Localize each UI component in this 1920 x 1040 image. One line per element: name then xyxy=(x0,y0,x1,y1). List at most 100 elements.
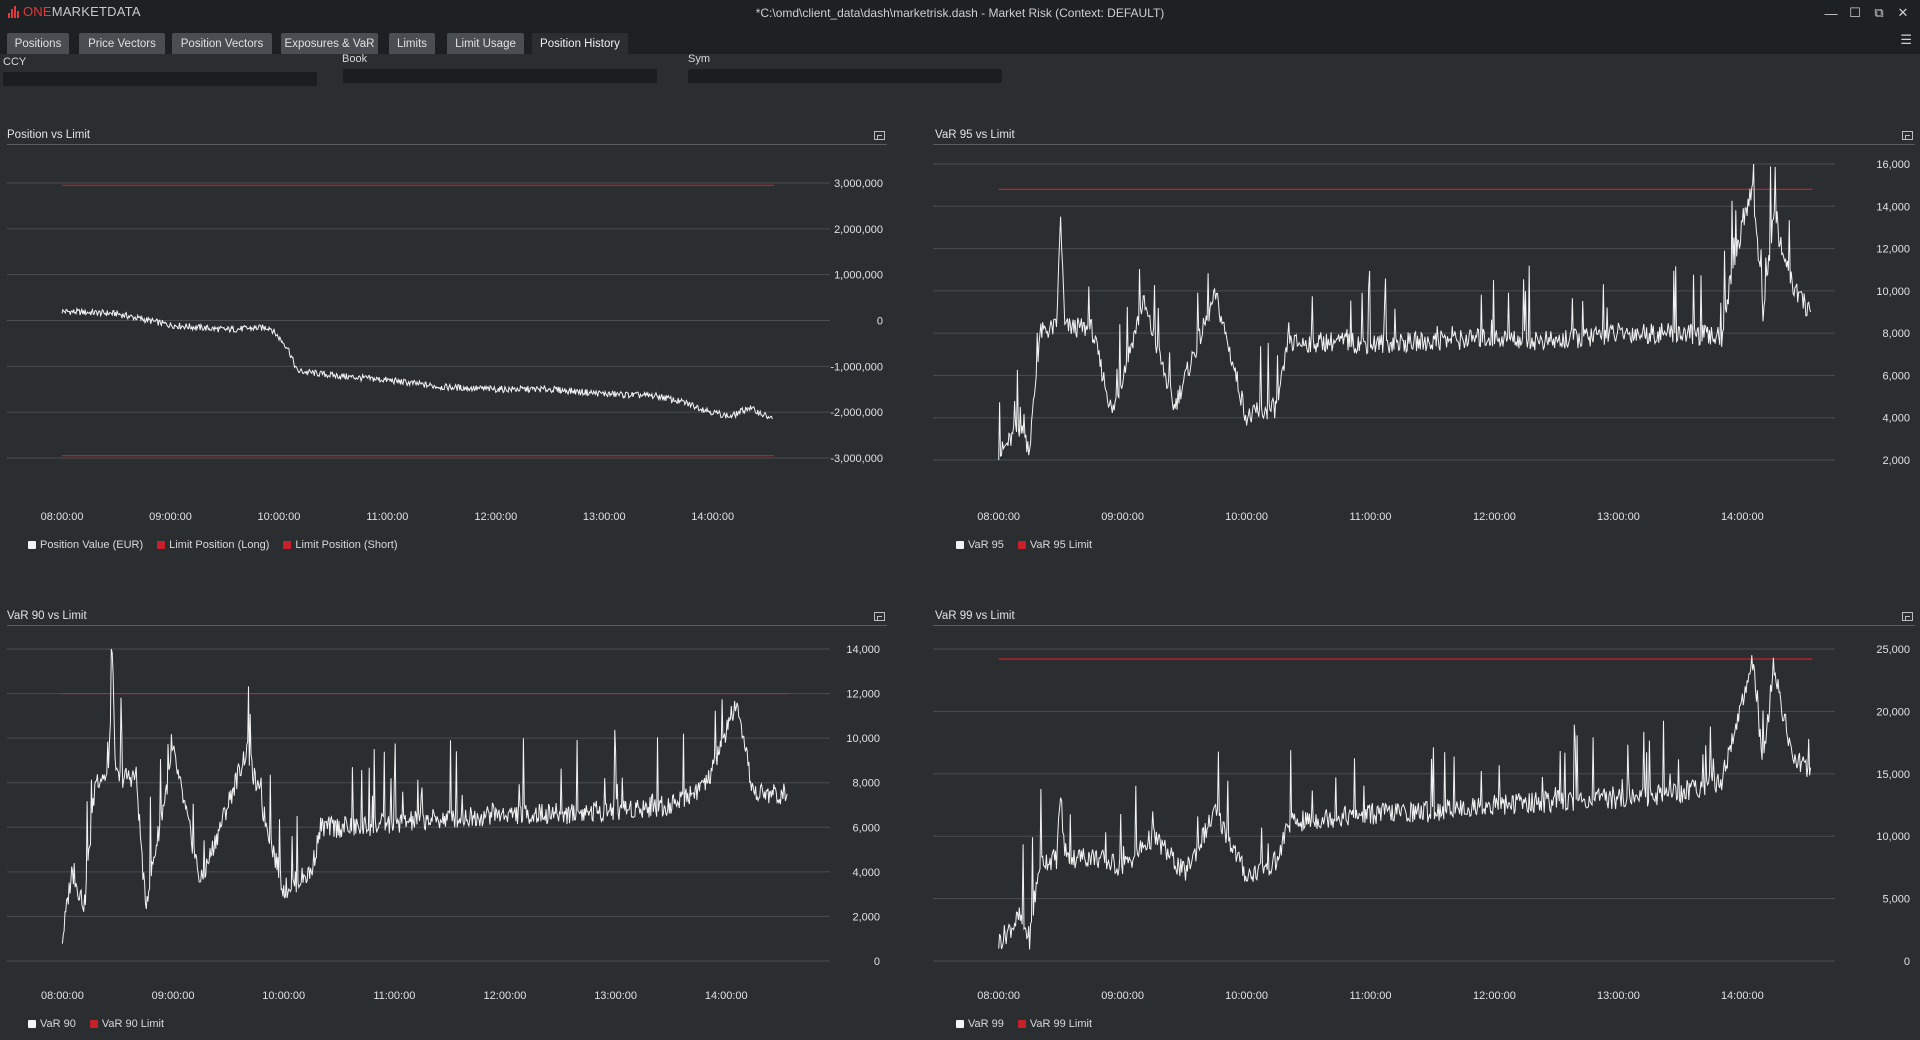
position-chart-legend: Position Value (EUR) Limit Position (Long… xyxy=(28,539,398,551)
restore-button[interactable]: ⧉ xyxy=(1868,3,1890,23)
sym-input[interactable] xyxy=(688,69,1002,83)
legend-item[interactable]: VaR 95 xyxy=(956,539,1004,551)
legend-swatch xyxy=(28,541,36,549)
var99-vs-limit-chart: 0 5,000 10,000 15,000 20,000 25,000 08:00:00 09… xyxy=(933,644,1910,1002)
close-button[interactable]: ✕ xyxy=(1892,3,1914,23)
legend-item[interactable]: Limit Position (Short) xyxy=(283,539,398,551)
legend-swatch xyxy=(1017,1020,1026,1028)
var95-vs-limit-chart: 2,000 4,000 6,000 8,000 10,000 12,000 14,000 16… xyxy=(933,159,1910,523)
x-tick-label: 08:00:00 xyxy=(41,511,84,523)
var90-chart-legend: VaR 90 VaR 90 Limit xyxy=(28,1018,164,1030)
tab-positions[interactable]: Positions xyxy=(7,33,69,54)
y-tick-label: 14,000 xyxy=(1876,201,1910,213)
panel-maximize-icon[interactable] xyxy=(1902,131,1913,140)
x-tick-label: 10:00:00 xyxy=(262,990,305,1002)
x-tick-label: 08:00:00 xyxy=(977,990,1020,1002)
x-tick-label: 12:00:00 xyxy=(1473,990,1516,1002)
x-tick-label: 11:00:00 xyxy=(373,990,415,1002)
legend-item[interactable]: VaR 90 xyxy=(28,1018,76,1030)
tab-limit-usage[interactable]: Limit Usage xyxy=(447,33,524,54)
y-tick-label: 10,000 xyxy=(1876,831,1910,843)
x-tick-label: 10:00:00 xyxy=(1225,511,1268,523)
panel-maximize-icon[interactable] xyxy=(1902,612,1913,621)
x-tick-label: 13:00:00 xyxy=(594,990,637,1002)
tab-position-history[interactable]: Position History xyxy=(532,33,628,54)
menu-icon[interactable]: ☰ xyxy=(1900,32,1912,48)
panel-divider xyxy=(933,144,1915,145)
y-tick-label: 6,000 xyxy=(1882,370,1910,382)
var95-chart-legend: VaR 95 VaR 95 Limit xyxy=(956,539,1092,551)
y-tick-label: 1,000,000 xyxy=(834,270,883,282)
y-tick-label: 20,000 xyxy=(1876,706,1910,718)
panel-divider xyxy=(7,144,887,145)
legend-label: Limit Position (Long) xyxy=(169,539,270,551)
y-tick-label: 8,000 xyxy=(852,778,880,790)
legend-swatch xyxy=(956,1020,964,1028)
maximize-button[interactable]: ☐ xyxy=(1844,3,1866,23)
ccy-input[interactable] xyxy=(3,72,317,86)
legend-item[interactable]: VaR 95 Limit xyxy=(1017,539,1093,551)
x-tick-label: 09:00:00 xyxy=(1101,511,1144,523)
panel-divider xyxy=(933,625,1915,626)
y-tick-label: 6,000 xyxy=(852,822,880,834)
legend-label: VaR 99 xyxy=(968,1018,1004,1030)
position-vs-limit-chart: -3,000,000 -2,000,000 -1,000,000 0 1,000,000… xyxy=(7,178,883,523)
y-tick-label: 0 xyxy=(874,956,880,968)
y-tick-label: 10,000 xyxy=(1876,286,1910,298)
legend-item[interactable]: VaR 99 xyxy=(956,1018,1004,1030)
panel-maximize-icon[interactable] xyxy=(874,612,885,621)
legend-swatch xyxy=(89,1020,98,1028)
legend-label: Position Value (EUR) xyxy=(40,539,144,551)
x-tick-label: 10:00:00 xyxy=(1225,990,1268,1002)
x-tick-label: 11:00:00 xyxy=(1350,990,1392,1002)
x-tick-label: 09:00:00 xyxy=(1101,990,1144,1002)
series-line xyxy=(998,655,1811,950)
tab-limits[interactable]: Limits xyxy=(389,33,435,54)
x-tick-label: 10:00:00 xyxy=(258,511,301,523)
tab-price-vectors[interactable]: Price Vectors xyxy=(79,33,165,54)
x-tick-label: 14:00:00 xyxy=(705,990,748,1002)
x-tick-label: 13:00:00 xyxy=(583,511,626,523)
y-tick-label: 12,000 xyxy=(1876,244,1910,256)
x-tick-label: 11:00:00 xyxy=(366,511,408,523)
sym-label: Sym xyxy=(688,53,710,65)
legend-label: VaR 99 Limit xyxy=(1029,1018,1093,1030)
tab-exposures-var[interactable]: Exposures & VaR xyxy=(281,33,378,54)
y-tick-label: 25,000 xyxy=(1876,644,1910,656)
legend-item[interactable]: Limit Position (Long) xyxy=(157,539,269,551)
x-tick-label: 09:00:00 xyxy=(149,511,192,523)
ccy-label: CCY xyxy=(3,56,27,68)
legend-swatch xyxy=(956,541,964,549)
book-input[interactable] xyxy=(343,69,657,83)
y-tick-label: 5,000 xyxy=(1882,894,1910,906)
x-tick-label: 14:00:00 xyxy=(1721,511,1764,523)
y-tick-label: -2,000,000 xyxy=(830,407,883,419)
x-tick-label: 12:00:00 xyxy=(1473,511,1516,523)
legend-label: VaR 95 xyxy=(968,539,1004,551)
panel-divider xyxy=(7,625,887,626)
x-tick-label: 13:00:00 xyxy=(1597,990,1640,1002)
position-chart-title: Position vs Limit xyxy=(7,129,91,141)
y-tick-label: -1,000,000 xyxy=(830,361,883,373)
panel-maximize-icon[interactable] xyxy=(874,131,885,140)
x-tick-label: 14:00:00 xyxy=(1721,990,1764,1002)
y-tick-label: 3,000,000 xyxy=(834,178,883,190)
y-tick-label: -3,000,000 xyxy=(830,453,883,465)
x-tick-label: 09:00:00 xyxy=(152,990,195,1002)
legend-swatch xyxy=(157,541,166,549)
window-title: *C:\omd\client_data\dash\marketrisk.dash… xyxy=(755,6,1165,20)
legend-label: VaR 95 Limit xyxy=(1029,539,1093,551)
y-tick-label: 4,000 xyxy=(852,867,880,879)
y-tick-label: 0 xyxy=(877,316,883,328)
tab-position-vectors[interactable]: Position Vectors xyxy=(172,33,272,54)
legend-item[interactable]: VaR 90 Limit xyxy=(89,1018,164,1030)
book-label: Book xyxy=(342,53,368,65)
series-line xyxy=(998,163,1811,461)
minimize-button[interactable]: — xyxy=(1820,3,1842,23)
y-tick-label: 10,000 xyxy=(846,733,880,745)
legend-item[interactable]: Position Value (EUR) xyxy=(28,539,143,551)
y-tick-label: 2,000 xyxy=(852,911,880,923)
series-line xyxy=(61,306,773,420)
legend-item[interactable]: VaR 99 Limit xyxy=(1017,1018,1093,1030)
y-tick-label: 8,000 xyxy=(1882,328,1910,340)
